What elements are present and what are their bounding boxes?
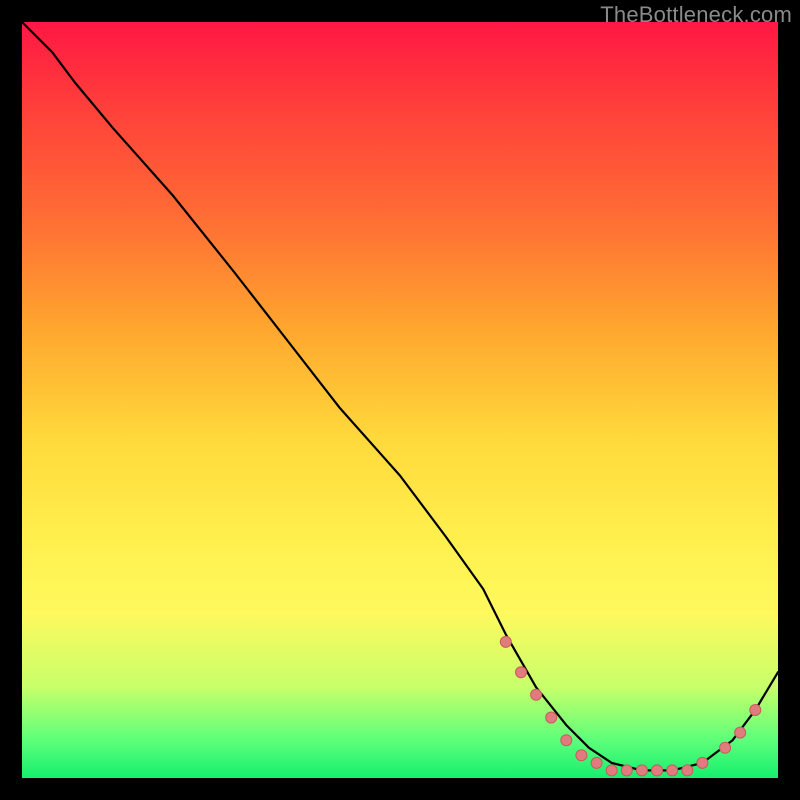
chart-plot-area — [22, 22, 778, 778]
curve-dot — [591, 757, 602, 768]
curve-dot — [531, 689, 542, 700]
curve-dots — [500, 636, 761, 776]
curve-dot — [576, 750, 587, 761]
bottleneck-curve — [22, 22, 778, 770]
chart-stage: TheBottleneck.com — [0, 0, 800, 800]
curve-dot — [735, 727, 746, 738]
curve-dot — [720, 742, 731, 753]
curve-dot — [667, 765, 678, 776]
curve-dot — [500, 636, 511, 647]
curve-dot — [636, 765, 647, 776]
curve-dot — [682, 765, 693, 776]
curve-dot — [750, 705, 761, 716]
curve-dot — [652, 765, 663, 776]
watermark-text: TheBottleneck.com — [600, 2, 792, 28]
curve-dot — [697, 757, 708, 768]
curve-dot — [546, 712, 557, 723]
curve-dot — [561, 735, 572, 746]
curve-dot — [516, 667, 527, 678]
chart-svg — [22, 22, 778, 778]
curve-dot — [621, 765, 632, 776]
curve-dot — [606, 765, 617, 776]
